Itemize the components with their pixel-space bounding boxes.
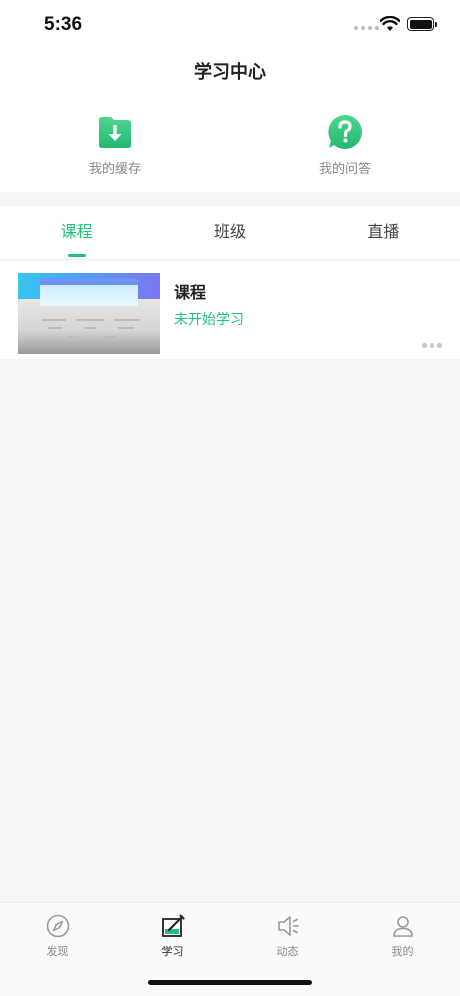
my-qa-label: 我的问答 [318, 162, 371, 177]
question-bubble-icon [328, 115, 362, 149]
home-indicator[interactable] [148, 980, 312, 985]
quick-actions: 我的缓存 我的问答 [0, 100, 460, 192]
tab-bar-me[interactable]: 我的 [345, 903, 460, 996]
study-icon [161, 914, 185, 937]
more-options-icon[interactable] [422, 343, 443, 349]
person-icon [392, 916, 413, 937]
tab-bar-discover[interactable]: 发现 [0, 903, 115, 996]
status-time: 5:36 [44, 14, 83, 35]
status-bar: 5:36 [0, 0, 460, 50]
wifi-icon [380, 16, 400, 31]
tab-courses[interactable]: 课程 [0, 206, 153, 259]
speaker-icon [277, 916, 299, 936]
category-tabs: 课程 班级 直播 [0, 206, 460, 260]
tab-live[interactable]: 直播 [307, 206, 460, 259]
tab-bar-discover-label: 发现 [46, 945, 69, 958]
course-thumbnail [18, 273, 160, 354]
compass-icon [46, 914, 69, 938]
course-title: 课程 [174, 283, 207, 302]
battery-icon [407, 17, 437, 31]
tab-classes[interactable]: 班级 [153, 206, 306, 259]
my-cache-label: 我的缓存 [88, 162, 141, 177]
tab-bar-activity-label: 动态 [276, 945, 299, 958]
my-qa-button[interactable]: 我的问答 [230, 100, 460, 192]
tab-bar-me-label: 我的 [391, 945, 414, 958]
tab-bar-study-label: 学习 [161, 945, 184, 958]
nav-bar: 学习中心 [0, 50, 460, 100]
download-folder-icon [99, 117, 131, 148]
course-item[interactable]: 课程 未开始学习 [0, 261, 460, 359]
course-list: 课程 未开始学习 [0, 261, 460, 359]
course-status: 未开始学习 [174, 312, 244, 328]
cellular-signal-icon [354, 26, 379, 30]
my-cache-button[interactable]: 我的缓存 [0, 100, 230, 192]
page-title: 学习中心 [194, 62, 266, 83]
